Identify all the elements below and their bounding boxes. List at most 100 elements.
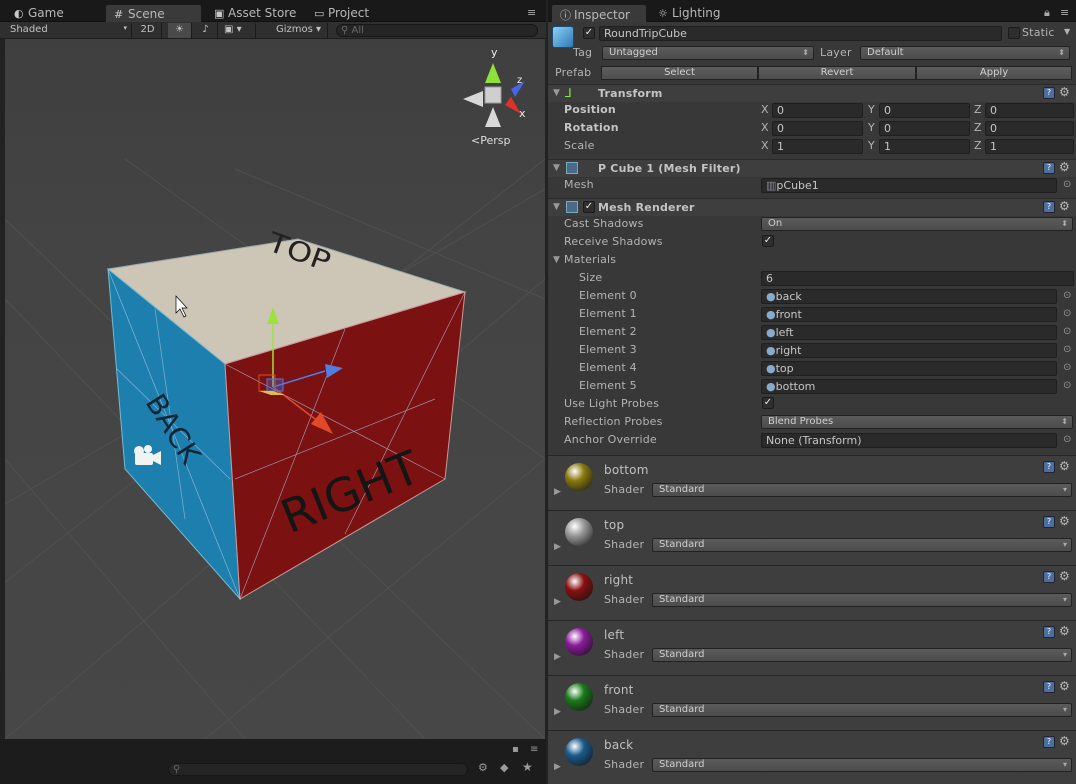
project-search-input[interactable]: ⚲	[168, 763, 468, 776]
tag-dropdown[interactable]: Untagged ⬍	[602, 46, 814, 60]
receive-shadows-checkbox[interactable]: ✓	[762, 235, 774, 247]
object-picker-icon[interactable]: ⊙	[1063, 344, 1071, 355]
tab-menu-icon[interactable]: ≡	[527, 6, 536, 19]
gear-icon[interactable]: ⚙	[1059, 514, 1070, 528]
shading-mode-dropdown[interactable]: Shaded ▾	[6, 23, 132, 38]
prefab-select-button[interactable]: Select	[601, 66, 758, 80]
mesh-object-field[interactable]: ▥pCube1	[761, 178, 1057, 193]
help-book-icon[interactable]: ?	[1043, 162, 1055, 174]
effects-dropdown-icon[interactable]: ▣ ▾	[220, 23, 256, 38]
help-book-icon[interactable]: ?	[1043, 736, 1055, 748]
help-book-icon[interactable]: ?	[1043, 571, 1055, 583]
foldout-arrow-icon[interactable]: ▶	[554, 762, 561, 772]
gear-icon[interactable]: ⚙	[1059, 160, 1070, 174]
rotation-y-field[interactable]: 0	[879, 121, 970, 136]
lock-icon[interactable]: 🔒︎	[1044, 6, 1050, 20]
orientation-gizmo[interactable]: y x z	[463, 46, 526, 127]
prefab-revert-button[interactable]: Revert	[758, 66, 916, 80]
position-x-field[interactable]: 0	[772, 103, 863, 118]
audio-toggle-icon[interactable]: ♪	[194, 23, 218, 38]
2d-toggle-button[interactable]: 2D	[134, 23, 162, 38]
foldout-arrow-icon[interactable]: ▶	[554, 652, 561, 662]
transform-header[interactable]: ▼ ⅃ Transform ? ⚙	[548, 84, 1076, 102]
scene-search-input[interactable]: ⚲ All	[336, 24, 538, 37]
shader-dropdown[interactable]: Standard ▾	[652, 593, 1072, 607]
object-picker-icon[interactable]: ⊙	[1063, 326, 1071, 337]
object-picker-icon[interactable]: ⊙	[1063, 179, 1071, 190]
tab-asset-store[interactable]: ▣ Asset Store	[206, 4, 304, 23]
position-y-field[interactable]: 0	[879, 103, 970, 118]
rotation-x-field[interactable]: 0	[772, 121, 863, 136]
position-z-field[interactable]: 0	[985, 103, 1074, 118]
mesh-renderer-header[interactable]: ▼ ✓ Mesh Renderer ? ⚙	[548, 198, 1076, 216]
panel-menu-icon[interactable]: ≡	[530, 744, 538, 755]
shader-dropdown[interactable]: Standard ▾	[652, 648, 1072, 662]
element-material-field[interactable]: ●front	[761, 307, 1057, 322]
object-picker-icon[interactable]: ⊙	[1063, 380, 1071, 391]
foldout-arrow-icon[interactable]: ▼	[553, 202, 560, 212]
mesh-renderer-enabled-checkbox[interactable]: ✓	[583, 201, 595, 213]
lock-icon[interactable]: ▪	[512, 744, 519, 755]
help-book-icon[interactable]: ?	[1043, 461, 1055, 473]
element-material-field[interactable]: ●top	[761, 361, 1057, 376]
gear-icon[interactable]: ⚙	[1059, 624, 1070, 638]
tag-icon[interactable]: ◆	[500, 761, 508, 774]
gear-icon[interactable]: ⚙	[1059, 459, 1070, 473]
object-picker-icon[interactable]: ⊙	[1063, 290, 1071, 301]
element-material-field[interactable]: ●right	[761, 343, 1057, 358]
help-book-icon[interactable]: ?	[1043, 87, 1055, 99]
tab-project[interactable]: ▭ Project	[306, 4, 406, 23]
shader-dropdown[interactable]: Standard ▾	[652, 483, 1072, 497]
scale-y-field[interactable]: 1	[879, 139, 970, 154]
foldout-arrow-icon[interactable]: ▶	[554, 707, 561, 717]
star-icon[interactable]: ★	[522, 760, 533, 774]
foldout-arrow-icon[interactable]: ▼	[553, 163, 560, 173]
tab-game[interactable]: ◐ Game	[6, 4, 102, 23]
foldout-arrow-icon[interactable]: ▶	[554, 597, 561, 607]
prefab-apply-button[interactable]: Apply	[916, 66, 1072, 80]
scene-viewport[interactable]: TOP RIGHT BACK y x z <Persp	[5, 39, 545, 739]
filter-by-type-icon[interactable]: ⚙	[478, 761, 488, 774]
scale-x-field[interactable]: 1	[772, 139, 863, 154]
scale-z-field[interactable]: 1	[985, 139, 1074, 154]
object-name-field[interactable]: RoundTripCube	[599, 26, 1002, 41]
reflection-probes-dropdown[interactable]: Blend Probes ⬍	[761, 415, 1073, 429]
foldout-arrow-icon[interactable]: ▼	[553, 88, 560, 98]
tab-inspector[interactable]: ⓘ Inspector	[551, 4, 647, 23]
use-light-probes-checkbox[interactable]: ✓	[762, 397, 774, 409]
tab-menu-icon[interactable]: ≡	[1060, 6, 1069, 19]
help-book-icon[interactable]: ?	[1043, 626, 1055, 638]
object-picker-icon[interactable]: ⊙	[1063, 308, 1071, 319]
layer-dropdown[interactable]: Default ⬍	[860, 46, 1070, 60]
object-picker-icon[interactable]: ⊙	[1063, 362, 1071, 373]
tab-lighting[interactable]: ☼ Lighting	[650, 4, 750, 23]
lighting-toggle-icon[interactable]: ☀	[168, 23, 192, 38]
shader-dropdown[interactable]: Standard ▾	[652, 703, 1072, 717]
element-material-field[interactable]: ●left	[761, 325, 1057, 340]
element-material-field[interactable]: ●back	[761, 289, 1057, 304]
cast-shadows-dropdown[interactable]: On ⬍	[761, 217, 1073, 231]
tab-scene[interactable]: # Scene	[105, 4, 202, 23]
gear-icon[interactable]: ⚙	[1059, 679, 1070, 693]
projection-label[interactable]: <Persp	[471, 134, 510, 147]
materials-size-field[interactable]: 6	[761, 271, 1074, 286]
foldout-arrow-icon[interactable]: ▶	[554, 487, 561, 497]
shader-dropdown[interactable]: Standard ▾	[652, 758, 1072, 772]
object-picker-icon[interactable]: ⊙	[1063, 434, 1071, 445]
shader-dropdown[interactable]: Standard ▾	[652, 538, 1072, 552]
static-checkbox[interactable]	[1008, 27, 1020, 39]
anchor-override-field[interactable]: None (Transform)	[761, 433, 1057, 448]
active-checkbox[interactable]: ✓	[583, 27, 595, 39]
gear-icon[interactable]: ⚙	[1059, 85, 1070, 99]
gear-icon[interactable]: ⚙	[1059, 199, 1070, 213]
foldout-arrow-icon[interactable]: ▶	[554, 542, 561, 552]
help-book-icon[interactable]: ?	[1043, 681, 1055, 693]
gear-icon[interactable]: ⚙	[1059, 569, 1070, 583]
static-dropdown-arrow[interactable]: ▼	[1064, 27, 1070, 36]
gizmos-dropdown[interactable]: Gizmos ▾	[272, 23, 328, 38]
gear-icon[interactable]: ⚙	[1059, 734, 1070, 748]
element-material-field[interactable]: ●bottom	[761, 379, 1057, 394]
help-book-icon[interactable]: ?	[1043, 201, 1055, 213]
materials-foldout-arrow-icon[interactable]: ▼	[553, 255, 560, 265]
rotation-z-field[interactable]: 0	[985, 121, 1074, 136]
